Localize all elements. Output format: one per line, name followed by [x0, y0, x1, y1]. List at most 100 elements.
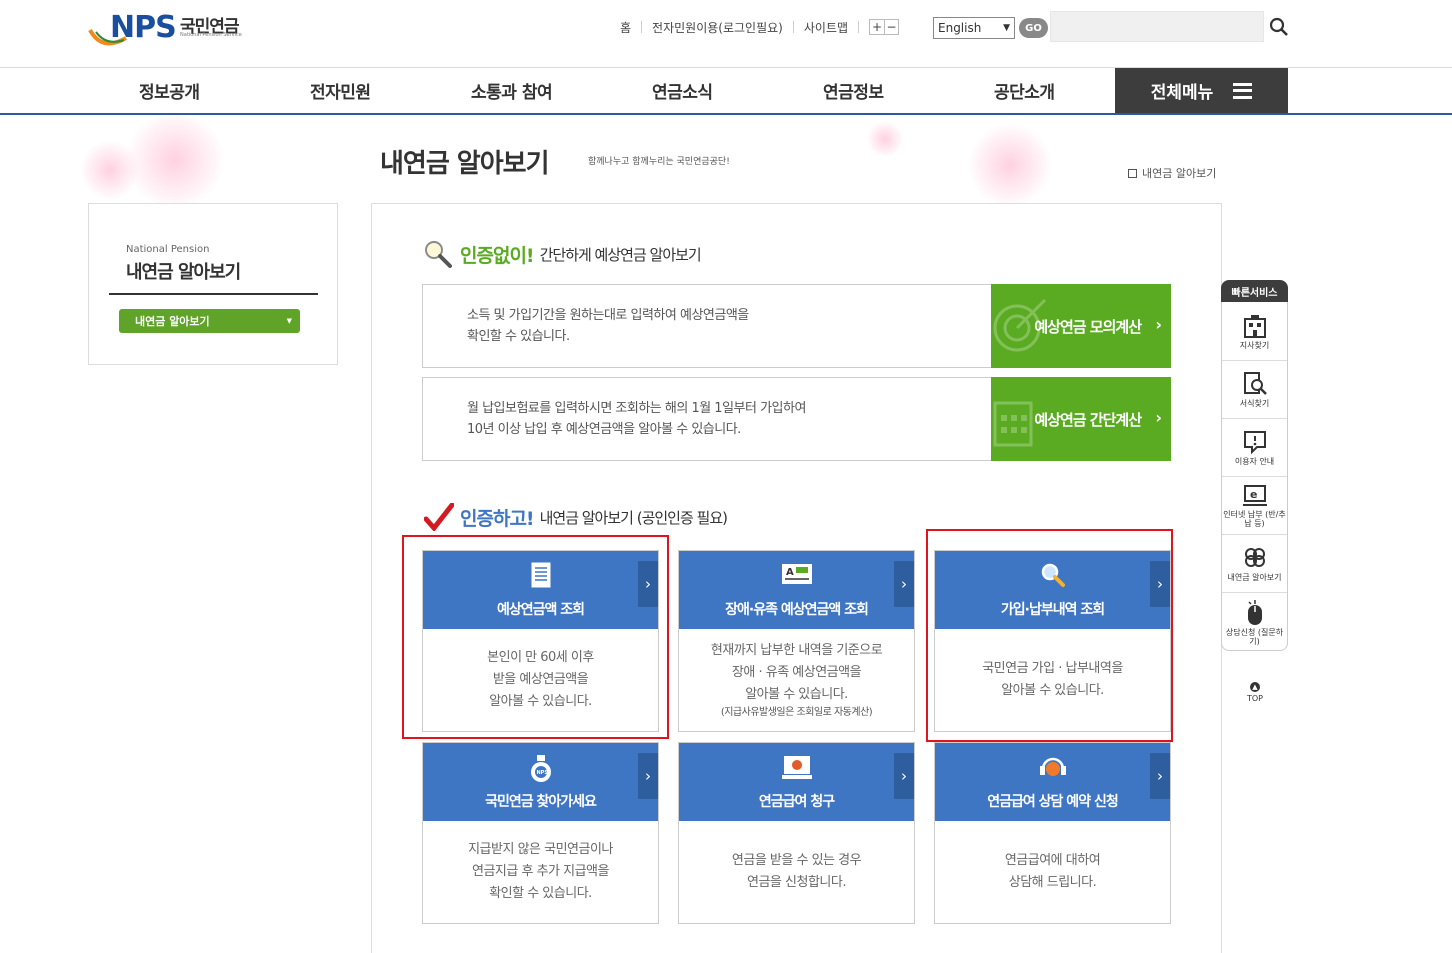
pension-simulation-button[interactable]: 예상연금 모의계산 › [991, 284, 1171, 368]
nps-logo[interactable]: NPS 국민연금 National Pension Service [88, 10, 248, 56]
card-title: 연금급여 청구 [758, 794, 835, 810]
svg-text:NPS: NPS [536, 770, 548, 776]
clover-icon [1244, 548, 1265, 567]
quick-item-branch[interactable]: 지사찾기 [1222, 302, 1287, 360]
hamburger-icon [1233, 82, 1253, 99]
form-search-icon [1243, 372, 1267, 395]
breadcrumb: 내연금 알아보기 [1128, 165, 1216, 181]
info-bubble-icon [1243, 431, 1266, 455]
highlight-box [402, 535, 669, 739]
card-description: 월 납입보험료를 입력하시면 조회하는 해의 1월 1일부터 가입하여 10년 … [467, 398, 806, 440]
search-button[interactable] [1268, 16, 1290, 38]
nav-item-e-civil[interactable]: 전자민원 [310, 68, 371, 113]
section-emphasis: 인증하고! [460, 507, 535, 530]
card-description-line: 연금을 신청합니다. [747, 875, 846, 890]
service-card-find-pension[interactable]: NPS 국민연금 찾아가세요 › 지급받지 않은 국민연금이나 연금지급 후 추… [422, 742, 659, 924]
side-title-english: National Pension [126, 244, 210, 255]
card-title: 국민연금 찾아가세요 [485, 794, 597, 810]
arrow-up-icon: ▲ [1250, 682, 1260, 692]
internet-pay-icon: e [1242, 484, 1267, 506]
chevron-right-icon: › [1155, 408, 1162, 427]
quick-item-forms[interactable]: 서식찾기 [1222, 360, 1287, 418]
section-subtitle: 내연금 알아보기 (공인인증 필요) [539, 508, 728, 527]
language-value: English [938, 21, 982, 35]
zoom-controls: + − [869, 19, 900, 35]
money-bag-icon: NPS [530, 755, 551, 782]
nav-item-pension-info[interactable]: 연금정보 [823, 68, 884, 113]
section-emphasis: 인증없이! [460, 244, 535, 267]
highlight-box [926, 529, 1173, 742]
util-link-sitemap[interactable]: 사이트맵 [804, 19, 848, 36]
card-description-line: 확인할 수 있습니다. [489, 886, 592, 901]
service-card-disability-survivor[interactable]: A 장애·유족 예상연금액 조회 › 현재까지 납부한 내역을 기준으로 장애 … [678, 550, 915, 732]
quick-item-label: 내연금 알아보기 [1227, 573, 1282, 582]
chevron-down-icon: ▼ [1003, 23, 1010, 33]
service-card-consultation[interactable]: 연금급여 상담 예약 신청 › 연금급여에 대하여 상담해 드립니다. [934, 742, 1171, 924]
card-description-line: 상담해 드립니다. [1008, 875, 1097, 890]
page-slogan: 함께나누고 함께누리는 국민연금공단! [588, 157, 730, 167]
id-card-icon: A [781, 564, 812, 584]
card-description: 연금을 받을 수 있는 경우 연금을 신청합니다. [679, 821, 914, 923]
page-title: 내연금 알아보기 [380, 149, 549, 179]
all-menu-button[interactable]: 전체메뉴 [1115, 68, 1288, 113]
util-link-e-civil[interactable]: 전자민원이용(로그인필요) [652, 19, 783, 36]
chevron-right-icon: › [894, 561, 914, 607]
quick-item-internet-pay[interactable]: e 인터넷 납부 (반/추납 등) [1222, 476, 1287, 534]
card-description-line: 소득 및 가입기간을 원하는대로 입력하여 예상연금액을 [467, 308, 749, 323]
section-subtitle: 간단하게 예상연금 알아보기 [539, 245, 702, 264]
home-icon[interactable] [1128, 168, 1137, 178]
pension-simple-calc-button[interactable]: 예상연금 간단계산 › [991, 377, 1171, 461]
card-description-line: 지급받지 않은 국민연금이나 [468, 842, 613, 857]
card-description-line: 연금지급 후 추가 지급액을 [472, 864, 609, 879]
search-icon [1269, 17, 1288, 36]
monitor-icon [781, 756, 812, 779]
service-card-pension-claim[interactable]: 연금급여 청구 › 연금을 받을 수 있는 경우 연금을 신청합니다. [678, 742, 915, 924]
card-description-line: 연금을 받을 수 있는 경우 [731, 853, 862, 868]
quick-item-consult[interactable]: 상담신청 (질문하기) [1222, 592, 1287, 650]
mouse-icon [1247, 599, 1262, 625]
card-description-line: 확인할 수 있습니다. [467, 329, 570, 344]
card-description: 연금급여에 대하여 상담해 드립니다. [935, 821, 1170, 923]
card-description-line: 월 납입보험료를 입력하시면 조회하는 해의 1월 1일부터 가입하여 [467, 401, 806, 416]
chevron-right-icon: › [1155, 315, 1162, 334]
card-description: 현재까지 납부한 내역을 기준으로 장애 · 유족 예상연금액을 알아볼 수 있… [679, 629, 914, 731]
quick-item-my-pension[interactable]: 내연금 알아보기 [1222, 534, 1287, 592]
card-note: (지급사유발생일은 조회일로 자동계산) [720, 707, 873, 718]
card-description-line: 현재까지 납부한 내역을 기준으로 [710, 643, 883, 658]
util-link-home[interactable]: 홈 [620, 19, 631, 36]
headset-icon [1039, 757, 1066, 776]
zoom-out-button[interactable]: − [884, 20, 898, 34]
target-icon [993, 298, 1047, 352]
nav-item-info-disclosure[interactable]: 정보공개 [139, 68, 200, 113]
quick-service-title: 빠른서비스 [1221, 280, 1288, 302]
quick-item-guide[interactable]: 이용자 안내 [1222, 418, 1287, 476]
svg-text:e: e [1250, 488, 1257, 501]
card-description-line: 알아볼 수 있습니다. [745, 687, 848, 702]
nav-item-pension-news[interactable]: 연금소식 [652, 68, 713, 113]
quick-service-panel: 빠른서비스 지사찾기 서식찾기 이용자 안내 e 인터넷 납부 (반/추납 등)… [1221, 280, 1288, 651]
quick-item-label: 지사찾기 [1239, 340, 1270, 350]
nav-item-participation[interactable]: 소통과 참여 [471, 68, 553, 113]
all-menu-label: 전체메뉴 [1150, 83, 1214, 103]
simple-calc-card: 월 납입보험료를 입력하시면 조회하는 해의 1월 1일부터 가입하여 10년 … [422, 377, 1171, 461]
side-menu-select-value: 내연금 알아보기 [135, 315, 210, 328]
heart-decoration [965, 125, 1055, 205]
chevron-down-icon: ▼ [286, 317, 292, 325]
zoom-in-button[interactable]: + [870, 20, 884, 34]
language-select[interactable]: English ▼ [933, 17, 1015, 39]
side-menu-select[interactable]: 내연금 알아보기 ▼ [119, 309, 300, 333]
divider [641, 21, 643, 33]
top-bar: NPS 국민연금 National Pension Service 홈 전자민원… [0, 0, 1452, 68]
card-title: 연금급여 상담 예약 신청 [987, 794, 1118, 810]
breadcrumb-current: 내연금 알아보기 [1142, 167, 1217, 180]
building-icon [1243, 314, 1266, 338]
chevron-right-icon: › [894, 753, 914, 799]
search-input[interactable] [1050, 11, 1264, 42]
divider [858, 21, 860, 33]
go-button[interactable]: GO [1019, 18, 1048, 38]
heart-decoration [80, 140, 140, 200]
card-description: 소득 및 가입기간을 원하는대로 입력하여 예상연금액을 확인할 수 있습니다. [467, 305, 749, 347]
nav-item-about[interactable]: 공단소개 [994, 68, 1055, 113]
card-description-line: 연금급여에 대하여 [1004, 853, 1101, 868]
top-button[interactable]: ▲ TOP [1240, 682, 1270, 703]
